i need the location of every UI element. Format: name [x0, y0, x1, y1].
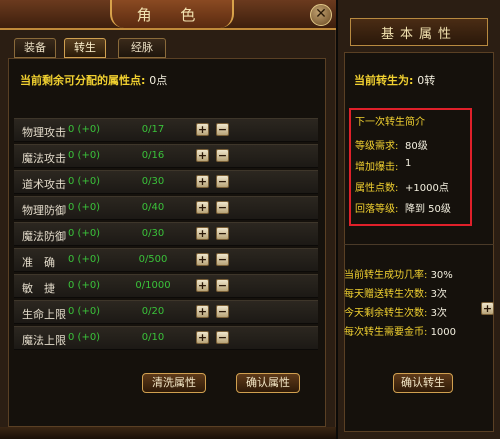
rebirth-info-value: 3次 [430, 289, 447, 300]
stat-gain: 0 (+0) [68, 124, 101, 135]
rebirth-info-value: 30% [430, 270, 453, 281]
rebirth-info-item: 每天赠送转生次数: 3次 [344, 285, 447, 300]
stat-gain: 0 (+0) [68, 332, 101, 343]
stat-row: 物理防御 0 (+0) 0/40 + − [14, 196, 318, 220]
close-button[interactable]: ✕ [310, 4, 332, 26]
stat-name: 物理防御 [22, 204, 66, 217]
stat-minus-button[interactable]: − [216, 279, 229, 292]
rebirth-info-key: 今天剩余转生次数: [344, 308, 428, 319]
stat-progress: 0/17 [141, 124, 165, 135]
stat-minus-button[interactable]: − [216, 123, 229, 136]
confirm-rebirth-button[interactable]: 确认转生 [393, 373, 453, 393]
next-rebirth-item: 增加爆击: 1 [355, 158, 411, 173]
next-rebirth-item: 属性点数: +1000点 [355, 179, 449, 194]
stat-progress: 0/1000 [135, 280, 171, 291]
clear-attributes-button[interactable]: 清洗属性 [142, 373, 206, 393]
rebirth-info-item: 每次转生需要金币: 1000 [344, 323, 456, 338]
stat-name: 魔法攻击 [22, 152, 66, 165]
stat-plus-button[interactable]: + [196, 305, 209, 318]
tab-meridian[interactable]: 经脉 [118, 38, 166, 58]
next-rebirth-value: +1000点 [405, 183, 449, 194]
stat-plus-button[interactable]: + [196, 227, 209, 240]
stat-row: 魔法上限 0 (+0) 0/10 + − [14, 326, 318, 350]
stat-name: 魔法上限 [22, 334, 66, 347]
stat-minus-button[interactable]: − [216, 305, 229, 318]
stat-progress: 0/30 [141, 228, 165, 239]
next-rebirth-title: 下一次转生简介 [355, 117, 425, 128]
next-rebirth-key: 增加爆击: [355, 162, 399, 173]
rebirth-info-key: 每次转生需要金币: [344, 327, 428, 338]
stat-gain: 0 (+0) [68, 228, 101, 239]
next-rebirth-value: 1 [405, 158, 412, 169]
rebirth-info-item: 当前转生成功几率: 30% [344, 266, 453, 281]
current-rebirth-value: 0转 [417, 74, 436, 87]
stat-gain: 0 (+0) [68, 150, 101, 161]
stat-plus-button[interactable]: + [196, 279, 209, 292]
stat-progress: 0/500 [138, 254, 168, 265]
stat-plus-button[interactable]: + [196, 253, 209, 266]
rebirth-info-value: 1000 [430, 327, 457, 338]
stat-name: 物理攻击 [22, 126, 66, 139]
stat-progress: 0/10 [141, 332, 165, 343]
next-rebirth-item: 等级需求: 80级 [355, 137, 428, 152]
stat-gain: 0 (+0) [68, 202, 101, 213]
stat-minus-button[interactable]: − [216, 331, 229, 344]
stat-row: 敏 捷 0 (+0) 0/1000 + − [14, 274, 318, 298]
rebirth-info-key: 当前转生成功几率: [344, 270, 428, 281]
stat-name: 道术攻击 [22, 178, 66, 191]
stat-row: 物理攻击 0 (+0) 0/17 + − [14, 118, 318, 142]
stat-plus-button[interactable]: + [196, 123, 209, 136]
stat-progress: 0/16 [141, 150, 165, 161]
tab-equipment[interactable]: 装备 [14, 38, 56, 58]
stat-name: 生命上限 [22, 308, 66, 321]
divider [344, 244, 494, 245]
stat-name: 敏 捷 [22, 282, 55, 295]
character-panel-title: 角 色 [136, 6, 208, 24]
next-rebirth-value: 降到 50级 [405, 204, 451, 215]
stat-plus-button[interactable]: + [196, 149, 209, 162]
stat-plus-button[interactable]: + [196, 175, 209, 188]
rebirth-info-value: 3次 [430, 308, 447, 319]
stat-gain: 0 (+0) [68, 280, 101, 291]
stat-row: 魔法防御 0 (+0) 0/30 + − [14, 222, 318, 246]
stat-minus-button[interactable]: − [216, 227, 229, 240]
stat-plus-button[interactable]: + [196, 331, 209, 344]
stat-row: 魔法攻击 0 (+0) 0/16 + − [14, 144, 318, 168]
rebirth-info-key: 每天赠送转生次数: [344, 289, 428, 300]
free-points-value: 0点 [149, 74, 168, 87]
attribute-panel-title: 基本属性 [380, 27, 457, 42]
stat-minus-button[interactable]: − [216, 149, 229, 162]
stat-gain: 0 (+0) [68, 306, 101, 317]
stat-gain: 0 (+0) [68, 254, 101, 265]
next-rebirth-key: 属性点数: [355, 183, 399, 194]
free-points-line: 当前剩余可分配的属性点: 0点 [20, 72, 167, 88]
next-rebirth-value: 80级 [405, 141, 428, 152]
stat-minus-button[interactable]: − [216, 253, 229, 266]
next-rebirth-key: 等级需求: [355, 141, 399, 152]
free-points-label: 当前剩余可分配的属性点: [20, 74, 146, 87]
current-rebirth-label: 当前转生为: [354, 74, 414, 87]
character-panel: 角 色 ✕ 装备 转生 经脉 当前剩余可分配的属性点: 0点 物理攻击 0 (+… [0, 0, 336, 439]
current-rebirth-line: 当前转生为: 0转 [354, 72, 435, 88]
panel-bottom-border [0, 427, 336, 439]
stat-name: 准 确 [22, 256, 55, 269]
stat-progress: 0/20 [141, 306, 165, 317]
stat-name: 魔法防御 [22, 230, 66, 243]
confirm-attributes-button[interactable]: 确认属性 [236, 373, 300, 393]
stat-minus-button[interactable]: − [216, 175, 229, 188]
stat-progress: 0/30 [141, 176, 165, 187]
stat-minus-button[interactable]: − [216, 201, 229, 214]
next-rebirth-item: 回落等级: 降到 50级 [355, 200, 451, 215]
close-icon: ✕ [315, 6, 327, 22]
buy-rebirth-plus-button[interactable]: + [481, 302, 494, 315]
stat-row: 准 确 0 (+0) 0/500 + − [14, 248, 318, 272]
stat-gain: 0 (+0) [68, 176, 101, 187]
stat-progress: 0/40 [141, 202, 165, 213]
stat-row: 生命上限 0 (+0) 0/20 + − [14, 300, 318, 324]
next-rebirth-key: 回落等级: [355, 204, 399, 215]
rebirth-info-item: 今天剩余转生次数: 3次 [344, 304, 447, 319]
tab-rebirth[interactable]: 转生 [64, 38, 106, 58]
stat-row: 道术攻击 0 (+0) 0/30 + − [14, 170, 318, 194]
stat-plus-button[interactable]: + [196, 201, 209, 214]
